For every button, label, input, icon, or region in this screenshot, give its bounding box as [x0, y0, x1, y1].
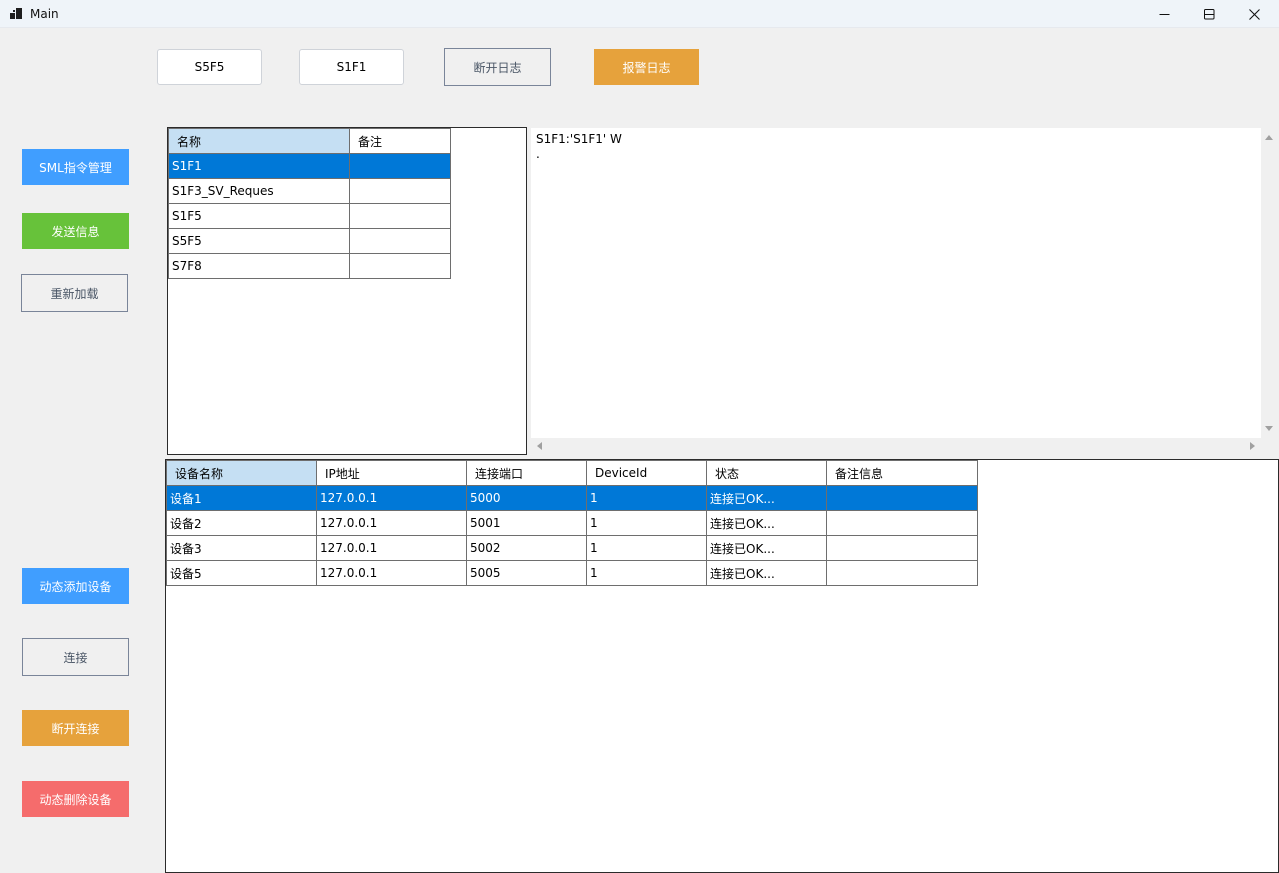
device-ip-cell[interactable]: 127.0.0.1 [316, 560, 467, 586]
close-icon [1248, 8, 1260, 20]
device-status-cell[interactable]: 连接已OK... [706, 485, 827, 511]
log-line: . [536, 147, 540, 161]
column-header-note[interactable]: 备注 [349, 128, 451, 154]
close-window-button[interactable] [1231, 0, 1277, 28]
minimize-icon [1159, 13, 1169, 15]
delete-device-button[interactable]: 动态删除设备 [22, 781, 129, 817]
maximize-window-button[interactable] [1186, 0, 1232, 28]
device-status-cell[interactable]: 连接已OK... [706, 560, 827, 586]
device-status-cell[interactable]: 连接已OK... [706, 510, 827, 536]
device-name-cell[interactable]: 设备5 [166, 560, 317, 586]
device-note-cell[interactable] [826, 485, 978, 511]
command-name-cell[interactable]: S7F8 [168, 253, 350, 279]
connect-button[interactable]: 连接 [22, 638, 129, 676]
command-note-cell[interactable] [349, 153, 451, 179]
scroll-up-icon[interactable] [1265, 135, 1273, 140]
disconnect-button[interactable]: 断开连接 [22, 710, 129, 746]
column-header-note[interactable]: 备注信息 [826, 460, 978, 486]
alarm-log-button[interactable]: 报警日志 [594, 49, 699, 85]
device-name-cell[interactable]: 设备1 [166, 485, 317, 511]
column-header-port[interactable]: 连接端口 [466, 460, 587, 486]
device-port-cell[interactable]: 5002 [466, 535, 587, 561]
disconnect-log-button[interactable]: 断开日志 [444, 48, 551, 86]
command-note-cell[interactable] [349, 228, 451, 254]
table-row[interactable]: 设备2 127.0.0.1 5001 1 连接已OK... [166, 510, 978, 536]
device-ip-cell[interactable]: 127.0.0.1 [316, 510, 467, 536]
table-row[interactable]: 设备3 127.0.0.1 5002 1 连接已OK... [166, 535, 978, 561]
reload-button[interactable]: 重新加载 [21, 274, 128, 312]
table-row[interactable]: S1F3_SV_Reques [168, 178, 451, 204]
device-note-cell[interactable] [826, 510, 978, 536]
column-header-name[interactable]: 名称 [168, 128, 350, 154]
command-name-cell[interactable]: S1F1 [168, 153, 350, 179]
scroll-right-icon[interactable] [1250, 442, 1255, 450]
column-header-device-name[interactable]: 设备名称 [166, 460, 317, 486]
command-name-cell[interactable]: S1F3_SV_Reques [168, 178, 350, 204]
column-header-ip[interactable]: IP地址 [316, 460, 467, 486]
command-name-cell[interactable]: S1F5 [168, 203, 350, 229]
command-table: 名称 备注 S1F1 S1F3_SV_Reques S1F5 S5F5 S7F8 [168, 128, 451, 279]
vertical-scrollbar[interactable] [1261, 128, 1278, 438]
app-icon [10, 8, 22, 20]
table-row[interactable]: S1F1 [168, 153, 451, 179]
table-row[interactable]: S5F5 [168, 228, 451, 254]
command-grid[interactable]: 名称 备注 S1F1 S1F3_SV_Reques S1F5 S5F5 S7F8 [167, 127, 527, 455]
message-log[interactable]: S1F1:'S1F1' W. [531, 128, 1278, 454]
device-id-cell[interactable]: 1 [586, 535, 707, 561]
window-title: Main [30, 7, 59, 21]
device-id-cell[interactable]: 1 [586, 510, 707, 536]
column-header-device-id[interactable]: DeviceId [586, 460, 707, 486]
maximize-icon [1203, 8, 1214, 19]
add-device-button[interactable]: 动态添加设备 [22, 568, 129, 604]
send-message-button[interactable]: 发送信息 [22, 213, 129, 249]
s5f5-button[interactable]: S5F5 [157, 49, 262, 85]
device-status-cell[interactable]: 连接已OK... [706, 535, 827, 561]
scrollbar-corner [1261, 438, 1278, 454]
command-name-cell[interactable]: S5F5 [168, 228, 350, 254]
scroll-down-icon[interactable] [1265, 426, 1273, 431]
title-bar: Main [0, 0, 1279, 28]
command-note-cell[interactable] [349, 203, 451, 229]
table-row[interactable]: S7F8 [168, 253, 451, 279]
device-ip-cell[interactable]: 127.0.0.1 [316, 485, 467, 511]
column-header-status[interactable]: 状态 [706, 460, 827, 486]
device-id-cell[interactable]: 1 [586, 560, 707, 586]
scroll-left-icon[interactable] [537, 442, 542, 450]
command-note-cell[interactable] [349, 178, 451, 204]
device-name-cell[interactable]: 设备3 [166, 535, 317, 561]
device-table: 设备名称 IP地址 连接端口 DeviceId 状态 备注信息 设备1 127.… [166, 460, 978, 586]
device-note-cell[interactable] [826, 560, 978, 586]
horizontal-scrollbar[interactable] [531, 438, 1261, 454]
device-port-cell[interactable]: 5001 [466, 510, 587, 536]
device-port-cell[interactable]: 5000 [466, 485, 587, 511]
table-row[interactable]: 设备1 127.0.0.1 5000 1 连接已OK... [166, 485, 978, 511]
message-log-text[interactable]: S1F1:'S1F1' W. [536, 132, 622, 162]
minimize-window-button[interactable] [1141, 0, 1187, 28]
s1f1-button[interactable]: S1F1 [299, 49, 404, 85]
table-row[interactable]: S1F5 [168, 203, 451, 229]
device-name-cell[interactable]: 设备2 [166, 510, 317, 536]
sml-command-manage-button[interactable]: SML指令管理 [22, 149, 129, 185]
log-line: S1F1:'S1F1' W [536, 132, 622, 146]
device-ip-cell[interactable]: 127.0.0.1 [316, 535, 467, 561]
device-port-cell[interactable]: 5005 [466, 560, 587, 586]
device-id-cell[interactable]: 1 [586, 485, 707, 511]
table-row[interactable]: 设备5 127.0.0.1 5005 1 连接已OK... [166, 560, 978, 586]
command-note-cell[interactable] [349, 253, 451, 279]
device-grid[interactable]: 设备名称 IP地址 连接端口 DeviceId 状态 备注信息 设备1 127.… [165, 459, 1279, 873]
device-note-cell[interactable] [826, 535, 978, 561]
